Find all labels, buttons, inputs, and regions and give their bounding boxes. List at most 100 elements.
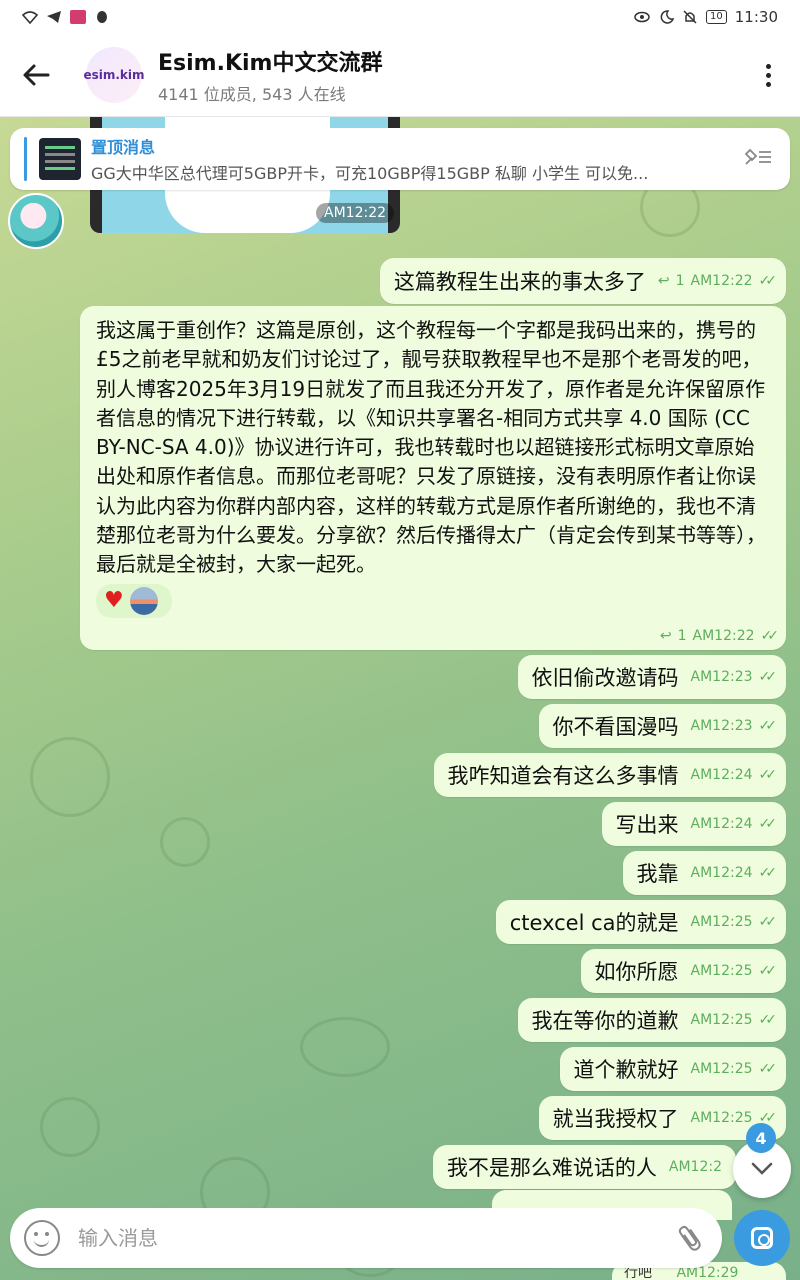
- reactions[interactable]: ♥: [96, 583, 172, 618]
- reply-icon: ↩: [659, 628, 672, 644]
- double-check-icon: ✓✓: [758, 767, 778, 783]
- emoji-icon[interactable]: [24, 1220, 60, 1256]
- message-bubble[interactable]: 这篇教程生出来的事太多了 ↩ 1 AM12:22 ✓✓: [379, 258, 786, 304]
- message-time: AM12:23: [690, 718, 753, 734]
- message-time: AM12:23: [690, 669, 753, 685]
- status-left-icons: [21, 10, 110, 25]
- message-text: 我不是那么难说话的人: [446, 1156, 657, 1180]
- battery-icon: 10: [706, 10, 727, 24]
- unread-count-badge: 4: [746, 1123, 776, 1153]
- message-text: 我在等你的道歉: [531, 1009, 679, 1033]
- message-meta: ↩ 1 AM12:22 ✓✓: [657, 273, 777, 289]
- double-check-icon: ✓✓: [758, 914, 778, 930]
- message-time: AM12:24: [690, 865, 753, 881]
- reply-count: 1: [675, 273, 685, 289]
- message-time: AM12:2: [668, 1159, 722, 1175]
- message-bubble[interactable]: 道个歉就好 AM12:25 ✓✓: [559, 1047, 786, 1091]
- bell-off-icon: [682, 10, 698, 24]
- message-text: 如你所愿: [594, 960, 679, 984]
- message-text: 你不看国漫吗: [552, 715, 679, 739]
- wifi-icon: [21, 10, 39, 25]
- message-time: AM12:22: [692, 628, 755, 644]
- message-bubble[interactable]: 依旧偷改邀请码 AM12:23 ✓✓: [517, 655, 786, 699]
- long-message-text: 我这属于重创作？这篇是原创，这个教程每一个字都是我码出来的，携号的£5之前老早就…: [96, 318, 766, 577]
- message-bubble[interactable]: 你不看国漫吗 AM12:23 ✓✓: [538, 704, 786, 748]
- message-text: 这篇教程生出来的事太多了: [393, 270, 646, 294]
- pin-indicator: [24, 137, 27, 181]
- status-time: 11:30: [734, 8, 778, 26]
- double-check-icon: ✓✓: [758, 1012, 778, 1028]
- chat-title: Esim.Kim中文交流群: [158, 51, 383, 76]
- message-meta: AM12:23 ✓✓: [690, 669, 778, 685]
- message-meta: AM12:25 ✓✓: [690, 914, 778, 930]
- message-bubble[interactable]: 我不是那么难说话的人 AM12:2: [432, 1145, 736, 1189]
- status-bar: 10 11:30: [0, 0, 800, 34]
- message-time: AM12:25: [690, 963, 753, 979]
- message-input-bar: [10, 1208, 722, 1268]
- double-check-icon: ✓✓: [758, 865, 778, 881]
- reactor-avatar: [129, 586, 158, 615]
- pinned-message[interactable]: 置顶消息 GG大中华区总代理可5GBP开卡，可充10GBP得15GBP 私聊 小…: [10, 128, 790, 190]
- chat-header: esim.kim Esim.Kim中文交流群 4141 位成员, 543 人在线: [0, 34, 800, 117]
- message-text: 写出来: [615, 813, 679, 837]
- message-time: AM12:25: [690, 1012, 753, 1028]
- message-time: AM12:25: [690, 1110, 753, 1126]
- message-meta: AM12:2: [669, 1159, 722, 1175]
- moon-icon: [658, 10, 675, 24]
- double-check-icon: ✓✓: [758, 669, 778, 685]
- back-arrow-icon[interactable]: [0, 34, 72, 117]
- message-bubble[interactable]: 我在等你的道歉 AM12:25 ✓✓: [517, 998, 786, 1042]
- qq-icon: [94, 10, 110, 24]
- pin-thumbnail: [39, 138, 81, 180]
- reply-icon: ↩: [657, 273, 670, 289]
- eye-icon: [634, 10, 650, 24]
- sender-avatar[interactable]: [8, 193, 64, 249]
- app-notification-icon: [70, 10, 86, 24]
- message-text: 我咋知道会有这么多事情: [447, 764, 679, 788]
- message-bubble[interactable]: ctexcel ca的就是 AM12:25 ✓✓: [495, 900, 786, 944]
- long-message-bubble[interactable]: 我这属于重创作？这篇是原创，这个教程每一个字都是我码出来的，携号的£5之前老早就…: [80, 306, 786, 650]
- status-right-icons: 10 11:30: [634, 8, 778, 26]
- media-time: AM12:22: [316, 203, 395, 223]
- message-meta: AM12:25 ✓✓: [690, 963, 778, 979]
- message-meta: AM12:24 ✓✓: [690, 767, 778, 783]
- group-avatar[interactable]: esim.kim: [83, 47, 145, 103]
- attach-icon[interactable]: [665, 1213, 715, 1263]
- chat-member-count: 4141 位成员, 543 人在线: [158, 85, 346, 104]
- message-meta: AM12:25 ✓✓: [690, 1061, 778, 1077]
- message-meta: AM12:24 ✓✓: [690, 865, 778, 881]
- message-text: 依旧偷改邀请码: [531, 666, 679, 690]
- message-time: AM12:24: [690, 767, 753, 783]
- double-check-icon: ✓✓: [758, 816, 778, 832]
- message-meta: AM12:24 ✓✓: [690, 816, 778, 832]
- pin-title: 置顶消息: [91, 138, 156, 157]
- pin-body: GG大中华区总代理可5GBP开卡，可充10GBP得15GBP 私聊 小学生 可以…: [91, 164, 649, 183]
- message-bubble[interactable]: 写出来 AM12:24 ✓✓: [601, 802, 786, 846]
- camera-button[interactable]: [734, 1210, 790, 1266]
- chevron-down-icon: [751, 1157, 773, 1182]
- message-meta: AM12:25 ✓✓: [690, 1012, 778, 1028]
- message-time: AM12:25: [690, 1061, 753, 1077]
- double-check-icon: ✓✓: [758, 1061, 778, 1077]
- message-input[interactable]: [78, 1226, 672, 1250]
- message-text: 道个歉就好: [573, 1058, 679, 1082]
- pin-text-block: 置顶消息 GG大中华区总代理可5GBP开卡，可充10GBP得15GBP 私聊 小…: [91, 134, 740, 184]
- heart-reaction-icon[interactable]: ♥: [104, 587, 124, 615]
- message-time: AM12:25: [690, 914, 753, 930]
- pin-off-icon[interactable]: [740, 147, 776, 172]
- message-bubble[interactable]: 我咋知道会有这么多事情 AM12:24 ✓✓: [433, 753, 786, 797]
- message-bubble[interactable]: 我靠 AM12:24 ✓✓: [622, 851, 786, 895]
- chat-title-block[interactable]: Esim.Kim中文交流群 4141 位成员, 543 人在线: [158, 45, 736, 105]
- double-check-icon: ✓✓: [760, 628, 780, 644]
- message-text: ctexcel ca的就是: [509, 911, 679, 935]
- more-vert-icon[interactable]: [736, 34, 800, 117]
- message-meta: ↩ 1 AM12:22 ✓✓: [659, 628, 780, 644]
- message-bubble[interactable]: 如你所愿 AM12:25 ✓✓: [580, 949, 786, 993]
- message-meta: AM12:23 ✓✓: [690, 718, 778, 734]
- telegram-icon: [46, 10, 62, 24]
- message-text: 我靠: [636, 862, 679, 886]
- double-check-icon: ✓✓: [758, 718, 778, 734]
- message-time: AM12:22: [690, 273, 753, 289]
- message-time: AM12:24: [690, 816, 753, 832]
- double-check-icon: ✓✓: [758, 963, 778, 979]
